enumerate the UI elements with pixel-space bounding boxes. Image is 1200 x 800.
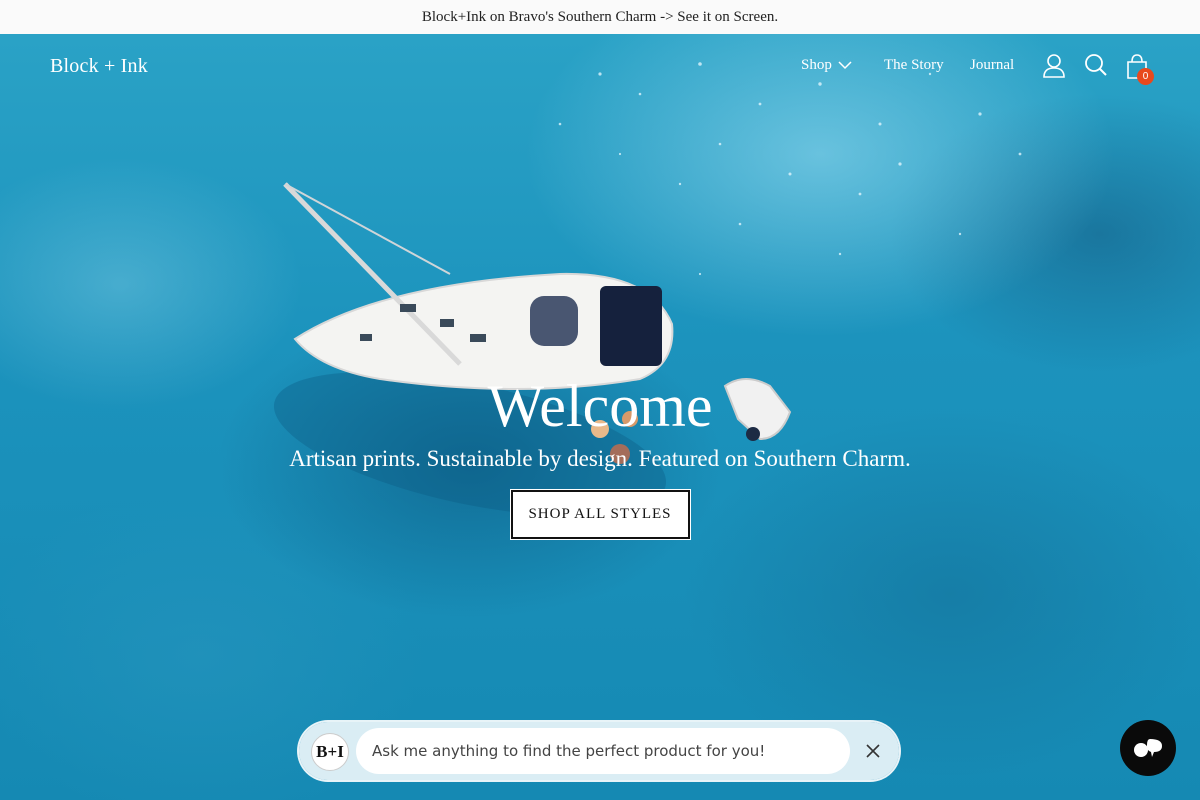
close-icon[interactable]	[865, 743, 881, 759]
nav-the-story[interactable]: The Story	[884, 57, 944, 74]
site-header: Block + Ink Shop The Story Journal 0	[0, 34, 1200, 100]
announcement-text[interactable]: Block+Ink on Bravo's Southern Charm -> S…	[422, 9, 778, 26]
search-icon[interactable]	[1084, 53, 1108, 79]
chat-bubbles-icon	[1134, 739, 1162, 757]
cart-count-badge: 0	[1137, 68, 1154, 85]
shop-all-styles-button[interactable]: SHOP ALL STYLES	[509, 489, 691, 540]
hero-subtitle: Artisan prints. Sustainable by design. F…	[289, 446, 911, 471]
chat-input[interactable]	[356, 728, 850, 774]
chat-assistant-bar: B+I	[299, 722, 899, 780]
chat-launcher-button[interactable]	[1120, 720, 1176, 776]
nav-journal[interactable]: Journal	[970, 57, 1014, 74]
account-icon[interactable]	[1042, 53, 1066, 79]
hero-content: Welcome Artisan prints. Sustainable by d…	[0, 370, 1200, 540]
announcement-bar[interactable]: Block+Ink on Bravo's Southern Charm -> S…	[0, 0, 1200, 34]
nav-shop[interactable]: Shop	[801, 57, 832, 74]
chevron-down-icon[interactable]	[838, 60, 852, 70]
brand-avatar: B+I	[311, 733, 349, 771]
hero-title: Welcome	[487, 373, 713, 439]
site-logo[interactable]: Block + Ink	[50, 55, 148, 78]
